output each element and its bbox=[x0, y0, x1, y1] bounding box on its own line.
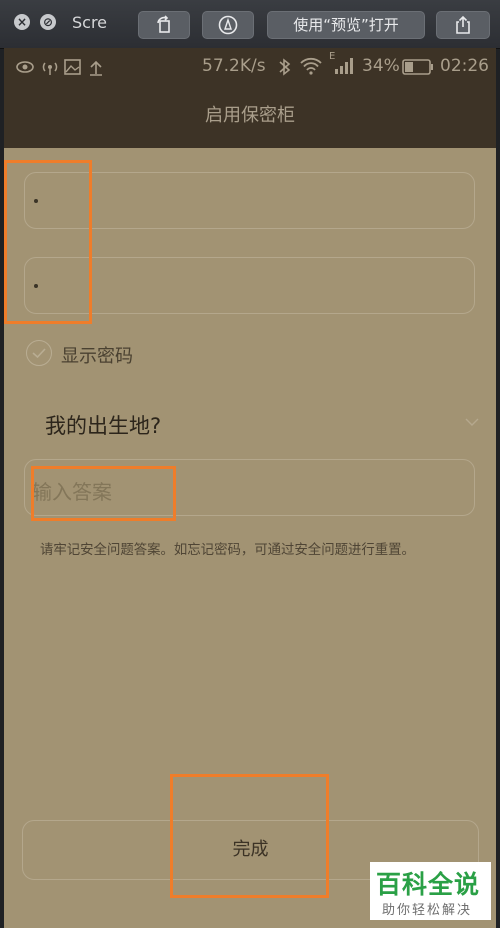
markup-pen-icon bbox=[218, 15, 238, 35]
security-question-select[interactable]: 我的出生地? bbox=[45, 410, 161, 440]
share-icon bbox=[456, 15, 470, 34]
minimize-window-icon[interactable]: ⊘ bbox=[40, 14, 56, 30]
share-button[interactable] bbox=[436, 11, 490, 39]
markup-button[interactable] bbox=[202, 11, 254, 39]
upload-icon bbox=[90, 60, 102, 76]
image-icon bbox=[64, 59, 81, 75]
highlight-password-fields bbox=[4, 160, 92, 324]
highlight-done-button bbox=[170, 774, 329, 898]
watermark-title: 百科全说 bbox=[376, 870, 481, 899]
rotate-icon bbox=[157, 15, 170, 33]
open-with-preview-button[interactable]: 使用“预览”打开 bbox=[267, 11, 425, 39]
show-password-checkbox[interactable] bbox=[26, 340, 52, 366]
rotate-button[interactable] bbox=[138, 11, 190, 39]
status-bar: 57.2K/s E 34% 02:26 bbox=[4, 48, 496, 86]
battery-percent: 34% bbox=[362, 56, 400, 76]
preview-toolbar: × ⊘ Scre 使用“预览”打开 bbox=[0, 0, 500, 49]
highlight-answer-field bbox=[31, 466, 176, 521]
network-speed: 57.2K/s bbox=[202, 56, 266, 76]
signal-icon bbox=[335, 58, 353, 74]
checkmark-icon bbox=[32, 348, 46, 359]
battery-icon bbox=[402, 59, 433, 75]
wifi-icon bbox=[300, 57, 322, 75]
hotspot-icon bbox=[42, 62, 58, 75]
clock: 02:26 bbox=[440, 56, 489, 76]
bluetooth-icon bbox=[279, 58, 291, 76]
watermark-subtitle: 助你轻松解决 bbox=[382, 903, 473, 918]
window-title: Scre bbox=[72, 13, 108, 32]
page-title: 启用保密柜 bbox=[4, 86, 496, 148]
eye-icon bbox=[16, 61, 34, 73]
security-hint-text: 请牢记安全问题答案。如忘记密码，可通过安全问题进行重置。 bbox=[40, 543, 415, 558]
phone-screen: 57.2K/s E 34% 02:26 启用保密柜 显示密码 我的出生地? 输入… bbox=[4, 48, 496, 928]
status-left-icons bbox=[16, 58, 112, 76]
close-window-icon[interactable]: × bbox=[14, 14, 30, 30]
chevron-down-icon[interactable] bbox=[465, 417, 479, 427]
show-password-label[interactable]: 显示密码 bbox=[61, 342, 133, 368]
watermark-logo: 百科全说 助你轻松解决 bbox=[370, 862, 491, 920]
